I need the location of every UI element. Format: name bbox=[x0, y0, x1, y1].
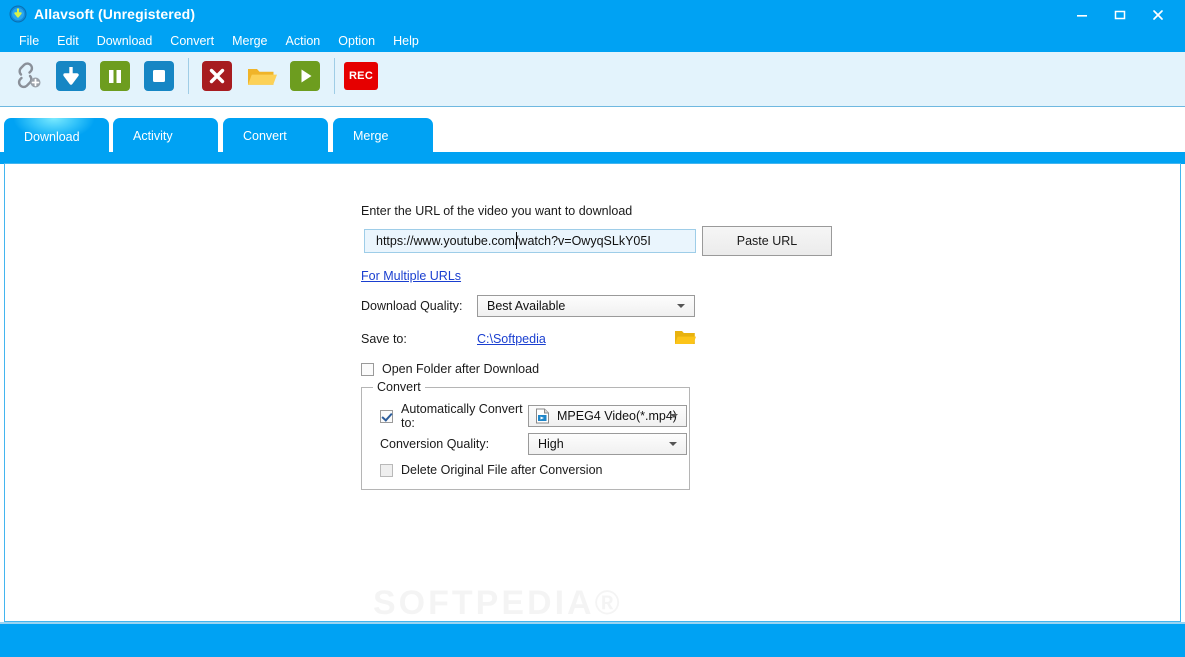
auto-convert-row: Automatically Convert to: MPEG4 Video(*.… bbox=[380, 402, 689, 430]
url-input[interactable]: https://www.youtube.com/watch?v=OwyqSLkY… bbox=[364, 229, 696, 253]
convert-format-select[interactable]: MPEG4 Video(*.mp4) bbox=[528, 405, 687, 427]
tab-merge[interactable]: Merge bbox=[333, 118, 433, 154]
tab-strip: Download Activity Convert Merge bbox=[0, 108, 1185, 164]
chevron-down-icon bbox=[670, 414, 678, 418]
tab-convert[interactable]: Convert bbox=[223, 118, 328, 154]
toolbar-separator bbox=[188, 58, 189, 94]
open-folder-after-download-row[interactable]: Open Folder after Download bbox=[361, 362, 841, 376]
minimize-button[interactable] bbox=[1063, 0, 1101, 30]
url-prompt-label: Enter the URL of the video you want to d… bbox=[361, 204, 633, 218]
tab-activity[interactable]: Activity bbox=[113, 118, 218, 154]
url-row: https://www.youtube.com/watch?v=OwyqSLkY… bbox=[361, 226, 841, 256]
open-folder-after-download-checkbox[interactable] bbox=[361, 362, 374, 376]
download-form: Enter the URL of the video you want to d… bbox=[361, 204, 841, 490]
conversion-quality-value: High bbox=[538, 437, 564, 451]
open-folder-after-download-label: Open Folder after Download bbox=[382, 362, 540, 376]
text-caret bbox=[516, 232, 517, 249]
delete-original-row[interactable]: Delete Original File after Conversion bbox=[380, 458, 689, 482]
download-quality-select[interactable]: Best Available bbox=[477, 295, 695, 317]
tab-merge-label: Merge bbox=[353, 129, 389, 143]
chevron-down-icon bbox=[677, 304, 685, 308]
download-quality-row: Download Quality: Best Available bbox=[361, 294, 841, 318]
menu-item-edit[interactable]: Edit bbox=[48, 31, 88, 51]
menu-bar: File Edit Download Convert Merge Action … bbox=[0, 29, 1185, 52]
delete-icon[interactable] bbox=[198, 57, 236, 95]
folder-icon[interactable] bbox=[674, 327, 696, 352]
maximize-button[interactable] bbox=[1101, 0, 1139, 30]
allavsoft-window: Allavsoft (Unregistered) File Edit Downl… bbox=[0, 0, 1185, 657]
play-icon[interactable] bbox=[286, 57, 324, 95]
tab-download[interactable]: Download bbox=[4, 118, 109, 156]
softpedia-watermark: SOFTPEDIA® bbox=[373, 584, 623, 623]
download-panel: SOFTPEDIA® Enter the URL of the video yo… bbox=[4, 163, 1181, 657]
app-download-logo-icon bbox=[9, 5, 27, 23]
record-button[interactable]: REC bbox=[344, 62, 378, 90]
chevron-down-icon bbox=[669, 442, 677, 446]
menu-item-option[interactable]: Option bbox=[329, 31, 384, 51]
delete-original-label: Delete Original File after Conversion bbox=[401, 463, 603, 477]
menu-item-file[interactable]: File bbox=[10, 31, 48, 51]
save-to-label: Save to: bbox=[361, 332, 407, 346]
conversion-quality-label: Conversion Quality: bbox=[380, 437, 490, 451]
conversion-quality-select[interactable]: High bbox=[528, 433, 687, 455]
paste-url-button[interactable]: Paste URL bbox=[702, 226, 832, 256]
menu-item-action[interactable]: Action bbox=[277, 31, 330, 51]
tab-activity-label: Activity bbox=[133, 129, 173, 143]
window-title: Allavsoft (Unregistered) bbox=[34, 6, 196, 22]
toolbar-separator-2 bbox=[334, 58, 335, 94]
window-controls bbox=[1063, 0, 1177, 30]
close-button[interactable] bbox=[1139, 0, 1177, 30]
convert-format-value: MPEG4 Video(*.mp4) bbox=[557, 409, 677, 423]
conversion-quality-row: Conversion Quality: High bbox=[380, 432, 689, 456]
pause-icon[interactable] bbox=[96, 57, 134, 95]
menu-item-merge[interactable]: Merge bbox=[223, 31, 276, 51]
tab-convert-label: Convert bbox=[243, 129, 287, 143]
open-folder-icon[interactable] bbox=[242, 57, 280, 95]
add-url-icon[interactable] bbox=[8, 57, 46, 95]
multiple-urls-link[interactable]: For Multiple URLs bbox=[361, 269, 461, 283]
convert-groupbox: Convert Automatically Convert to: MPEG4 … bbox=[361, 380, 690, 490]
video-file-icon bbox=[535, 408, 550, 424]
stop-icon[interactable] bbox=[140, 57, 178, 95]
delete-original-checkbox[interactable] bbox=[380, 463, 393, 477]
menu-item-download[interactable]: Download bbox=[88, 31, 162, 51]
menu-item-help[interactable]: Help bbox=[384, 31, 428, 51]
download-icon[interactable] bbox=[52, 57, 90, 95]
auto-convert-label: Automatically Convert to: bbox=[401, 402, 523, 430]
download-quality-label: Download Quality: bbox=[361, 299, 463, 313]
title-bar: Allavsoft (Unregistered) File Edit Downl… bbox=[0, 0, 1185, 52]
save-to-row: Save to: C:\Softpedia bbox=[361, 327, 841, 351]
download-quality-value: Best Available bbox=[487, 299, 566, 313]
auto-convert-label-wrap[interactable]: Automatically Convert to: bbox=[380, 402, 528, 430]
auto-convert-checkbox[interactable] bbox=[380, 409, 393, 423]
toolbar: REC bbox=[0, 52, 1185, 107]
convert-groupbox-title: Convert bbox=[373, 380, 425, 394]
status-bar bbox=[0, 624, 1185, 657]
menu-item-convert[interactable]: Convert bbox=[161, 31, 223, 51]
tab-download-label: Download bbox=[24, 130, 80, 144]
save-to-path-link[interactable]: C:\Softpedia bbox=[477, 332, 546, 346]
